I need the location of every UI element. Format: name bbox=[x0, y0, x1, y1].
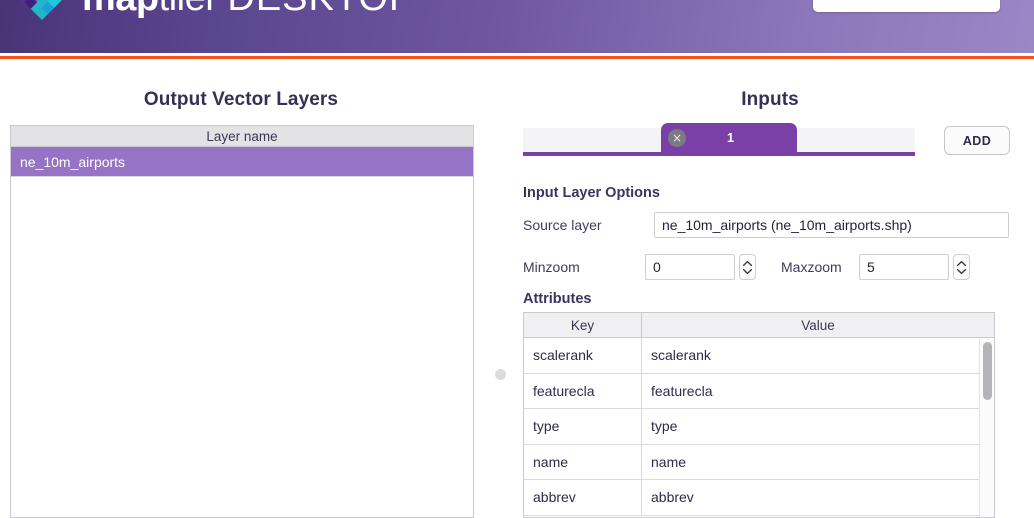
app-header: maptiler DESKTOP PURCHASE UPGRADE bbox=[0, 0, 1034, 53]
attribute-key: scalerank bbox=[524, 338, 642, 373]
attributes-column-value: Value bbox=[801, 318, 835, 333]
table-row[interactable]: type type bbox=[524, 409, 994, 445]
attributes-table[interactable]: Key Value scalerank scalerank featurecla… bbox=[523, 312, 995, 518]
attributes-title: Attributes bbox=[523, 291, 592, 307]
source-layer-input[interactable] bbox=[654, 212, 1009, 238]
tab-input-1[interactable]: × 1 bbox=[661, 123, 797, 152]
tab-rail: × 1 bbox=[523, 123, 915, 156]
application-window: maptiler DESKTOP PURCHASE UPGRADE Output … bbox=[0, 0, 1034, 518]
source-layer-label: Source layer bbox=[523, 217, 602, 233]
chevron-down-icon[interactable] bbox=[743, 268, 752, 274]
main-content: Output Vector Layers Layer name ne_10m_a… bbox=[0, 59, 1034, 518]
attributes-column-key: Key bbox=[524, 313, 642, 337]
attribute-value[interactable]: name bbox=[642, 445, 994, 480]
maxzoom-label: Maxzoom bbox=[781, 259, 842, 275]
add-input-button[interactable]: ADD bbox=[944, 126, 1010, 155]
source-layer-row: Source layer bbox=[523, 212, 1017, 238]
output-vector-layers-title: Output Vector Layers bbox=[143, 89, 339, 110]
attributes-table-header: Key Value bbox=[524, 313, 994, 338]
zoom-range-row: Minzoom Maxzoom bbox=[523, 254, 1017, 280]
attribute-value[interactable]: abbrev bbox=[642, 480, 994, 515]
attribute-value[interactable]: scalerank bbox=[642, 338, 994, 373]
input-layer-options-title: Input Layer Options bbox=[523, 185, 660, 201]
panel-splitter-handle-icon[interactable] bbox=[495, 369, 506, 380]
table-row[interactable]: featurecla featurecla bbox=[524, 373, 994, 409]
purchase-upgrade-button[interactable]: PURCHASE UPGRADE bbox=[812, 0, 1000, 12]
layer-name-column-header: Layer name bbox=[11, 126, 473, 147]
output-vector-layers-panel: Output Vector Layers Layer name ne_10m_a… bbox=[8, 59, 474, 518]
maxzoom-input[interactable] bbox=[859, 254, 949, 280]
inputs-tabbar: × 1 ADD bbox=[523, 122, 1017, 156]
maptiler-diamond-logo-icon bbox=[14, 0, 70, 26]
tab-label: 1 bbox=[726, 130, 735, 145]
maxzoom-stepper[interactable] bbox=[953, 254, 970, 280]
attribute-key: type bbox=[524, 409, 642, 444]
attribute-value[interactable]: featurecla bbox=[642, 374, 994, 409]
close-icon[interactable]: × bbox=[668, 128, 686, 147]
attribute-value[interactable]: type bbox=[642, 409, 994, 444]
list-item[interactable]: ne_10m_airports bbox=[11, 147, 473, 177]
table-row[interactable]: abbrev abbrev bbox=[524, 480, 994, 516]
minzoom-label: Minzoom bbox=[523, 259, 580, 275]
attributes-scrollbar[interactable] bbox=[979, 339, 994, 517]
attribute-key: name bbox=[524, 444, 642, 479]
brand-map-text: map bbox=[82, 0, 159, 19]
minzoom-stepper[interactable] bbox=[739, 254, 756, 280]
table-row[interactable]: name name bbox=[524, 444, 994, 480]
brand-tiler-text: tiler bbox=[159, 0, 218, 19]
inputs-title: Inputs bbox=[741, 89, 799, 110]
attribute-key: featurecla bbox=[524, 373, 642, 408]
chevron-up-icon[interactable] bbox=[743, 260, 752, 266]
minzoom-input[interactable] bbox=[645, 254, 735, 280]
attribute-key: abbrev bbox=[524, 480, 642, 515]
chevron-down-icon[interactable] bbox=[957, 268, 966, 274]
brand-logo: maptiler DESKTOP bbox=[14, 0, 415, 26]
attributes-scrollbar-thumb[interactable] bbox=[983, 342, 992, 400]
layer-list[interactable]: Layer name ne_10m_airports bbox=[10, 125, 474, 518]
table-row[interactable]: scalerank scalerank bbox=[524, 338, 994, 374]
brand-wordmark: maptiler DESKTOP bbox=[82, 0, 415, 17]
brand-desktop-text: DESKTOP bbox=[227, 0, 415, 19]
inputs-panel: Inputs × 1 ADD Input Layer Options Sourc… bbox=[515, 59, 1025, 518]
chevron-up-icon[interactable] bbox=[957, 260, 966, 266]
